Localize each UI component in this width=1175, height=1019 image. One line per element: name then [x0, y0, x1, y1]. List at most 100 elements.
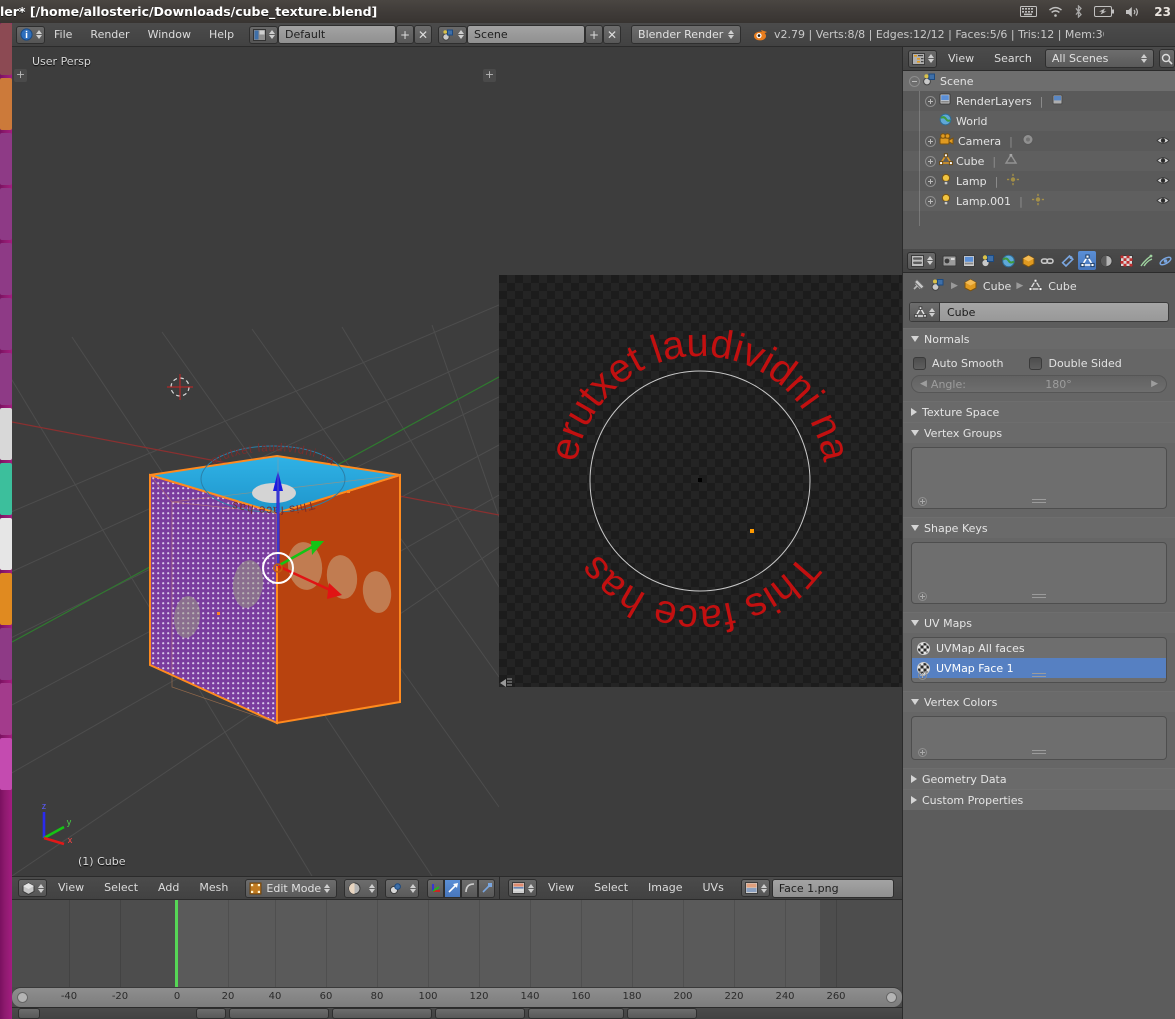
- object-data-tab[interactable]: [1077, 251, 1097, 270]
- render-engine-select[interactable]: Blender Render: [631, 25, 742, 44]
- breadcrumb-scene-icon[interactable]: [931, 278, 946, 295]
- timeline-playhead[interactable]: [175, 900, 178, 987]
- timeline-scroll-handle-right[interactable]: [886, 992, 897, 1003]
- particles-tab[interactable]: [1137, 251, 1156, 270]
- uv-menu-select[interactable]: Select: [585, 878, 637, 898]
- expand-icon[interactable]: [925, 135, 936, 147]
- launcher-item[interactable]: [0, 353, 12, 405]
- os-clock[interactable]: 23: [1154, 5, 1171, 19]
- scene-select[interactable]: Scene: [467, 25, 586, 44]
- launcher-item[interactable]: [0, 243, 12, 295]
- launcher-item[interactable]: [0, 78, 12, 130]
- auto-smooth-checkbox[interactable]: Auto Smooth: [913, 357, 1003, 370]
- uv-menu-image[interactable]: Image: [639, 878, 691, 898]
- add-vertex-group-button[interactable]: [918, 496, 927, 506]
- delete-screen-layout-button[interactable]: ✕: [414, 25, 433, 44]
- launcher-item[interactable]: [0, 408, 12, 460]
- pin-icon[interactable]: [911, 278, 926, 295]
- outliner-row-cube[interactable]: Cube |: [903, 151, 1175, 171]
- add-vertex-color-button[interactable]: [918, 747, 927, 757]
- resize-grip-icon[interactable]: [1032, 673, 1046, 679]
- launcher-item[interactable]: [0, 518, 12, 570]
- resize-grip-icon[interactable]: [1032, 594, 1046, 600]
- scene-icon-button[interactable]: [438, 25, 468, 44]
- render-layers-tab[interactable]: [960, 251, 979, 270]
- panel-texture-space-header[interactable]: Texture Space: [903, 402, 1175, 422]
- timeline-editor-type-button[interactable]: [18, 1008, 40, 1019]
- launcher-item[interactable]: [0, 188, 12, 240]
- timeline-playback-buttons[interactable]: [528, 1008, 624, 1019]
- panel-geometry-data[interactable]: Geometry Data: [903, 768, 1175, 789]
- resize-grip-icon[interactable]: [1032, 750, 1046, 756]
- uv-image-editor[interactable]: erutxet laudividni na This face has: [499, 47, 902, 876]
- timeline-end-frame-field[interactable]: [332, 1008, 432, 1019]
- panel-shape-keys-header[interactable]: Shape Keys: [903, 518, 1175, 538]
- panel-vertex-groups-header[interactable]: Vertex Groups: [903, 423, 1175, 443]
- uv-region-handle[interactable]: [499, 275, 509, 285]
- timeline-current-frame-field[interactable]: [435, 1008, 525, 1019]
- launcher-item[interactable]: [0, 683, 12, 735]
- translate-manipulator-icon[interactable]: [444, 878, 462, 898]
- timeline-menus[interactable]: [43, 1008, 193, 1019]
- modifiers-tab[interactable]: [1058, 251, 1077, 270]
- chevron-left-icon[interactable]: ◀: [920, 379, 927, 389]
- delete-scene-button[interactable]: ✕: [603, 25, 622, 44]
- panel-uv-maps-header[interactable]: UV Maps: [903, 613, 1175, 633]
- panel-vertex-colors[interactable]: Vertex Colors: [903, 691, 1175, 768]
- visibility-eye-icon[interactable]: [1156, 175, 1170, 189]
- menu-window[interactable]: Window: [139, 25, 200, 45]
- panel-normals-header[interactable]: Normals: [903, 329, 1175, 349]
- viewport-shading-icon[interactable]: [344, 878, 379, 898]
- outliner-row-renderlayers[interactable]: RenderLayers |: [903, 91, 1175, 111]
- outliner-display-mode-select[interactable]: All Scenes: [1044, 49, 1154, 68]
- battery-icon[interactable]: [1094, 6, 1115, 17]
- properties-editor-type-button[interactable]: [907, 251, 936, 270]
- lamp-data-icon[interactable]: [1006, 173, 1020, 189]
- outliner-row-camera[interactable]: Camera |: [903, 131, 1175, 151]
- panel-normals[interactable]: Normals Auto Smooth Double Sided ◀ Angle…: [903, 328, 1175, 401]
- mesh-object-data-icon[interactable]: [1004, 153, 1018, 169]
- camera-data-icon[interactable]: [1021, 133, 1035, 149]
- expand-icon[interactable]: [925, 175, 936, 187]
- panel-vertex-colors-header[interactable]: Vertex Colors: [903, 692, 1175, 712]
- visibility-eye-icon[interactable]: [1156, 195, 1170, 209]
- panel-custom-properties[interactable]: Custom Properties: [903, 789, 1175, 810]
- manipulator-toggle-icon[interactable]: [427, 878, 445, 898]
- collapse-icon[interactable]: [909, 75, 920, 87]
- outliner-icon[interactable]: [908, 49, 937, 68]
- 3d-view-icon[interactable]: [18, 879, 47, 897]
- material-tab[interactable]: [1097, 251, 1116, 270]
- timeline-ruler[interactable]: -40 -20 0 20 40 60 80 100 120 140 160 18…: [12, 987, 902, 1007]
- timeline-record-buttons[interactable]: [196, 1008, 226, 1019]
- outliner-menu-search[interactable]: Search: [985, 49, 1041, 69]
- uv-image-canvas[interactable]: erutxet laudividni na This face has: [499, 275, 902, 687]
- uv-map-item-all-faces[interactable]: UVMap All faces: [912, 638, 1166, 658]
- panel-custom-properties-header[interactable]: Custom Properties: [903, 790, 1175, 810]
- launcher-item[interactable]: [0, 463, 12, 515]
- launcher-item[interactable]: [0, 573, 12, 625]
- panel-geometry-data-header[interactable]: Geometry Data: [903, 769, 1175, 789]
- visibility-eye-icon[interactable]: [1156, 155, 1170, 169]
- mesh-datablock-name-field[interactable]: Cube: [909, 302, 1169, 322]
- expand-icon[interactable]: [925, 95, 936, 107]
- timeline-editor[interactable]: -40 -20 0 20 40 60 80 100 120 140 160 18…: [12, 900, 902, 1019]
- expand-icon[interactable]: [925, 195, 936, 207]
- 3d-viewport[interactable]: erutxet laudividni na This face has User…: [12, 47, 499, 876]
- timeline-track[interactable]: [12, 900, 902, 987]
- launcher-item[interactable]: [0, 738, 12, 790]
- outliner-menu-view[interactable]: View: [939, 49, 983, 69]
- resize-grip-icon[interactable]: [1032, 499, 1046, 505]
- add-uv-map-button[interactable]: [918, 670, 927, 680]
- pivot-center-icon[interactable]: [385, 878, 420, 898]
- viewport-menu-add[interactable]: Add: [149, 878, 188, 898]
- renderlayer-data-icon[interactable]: [1051, 93, 1065, 109]
- launcher-item[interactable]: [0, 628, 12, 680]
- screen-layout-icon-button[interactable]: [249, 25, 279, 44]
- breadcrumb-data-label[interactable]: Cube: [1048, 280, 1076, 293]
- texture-tab[interactable]: [1117, 251, 1136, 270]
- viewport-menu-mesh[interactable]: Mesh: [190, 878, 237, 898]
- render-tab[interactable]: [940, 251, 959, 270]
- panel-shape-keys[interactable]: Shape Keys: [903, 517, 1175, 612]
- panel-vertex-groups[interactable]: Vertex Groups: [903, 422, 1175, 517]
- keyboard-icon[interactable]: [1020, 6, 1038, 17]
